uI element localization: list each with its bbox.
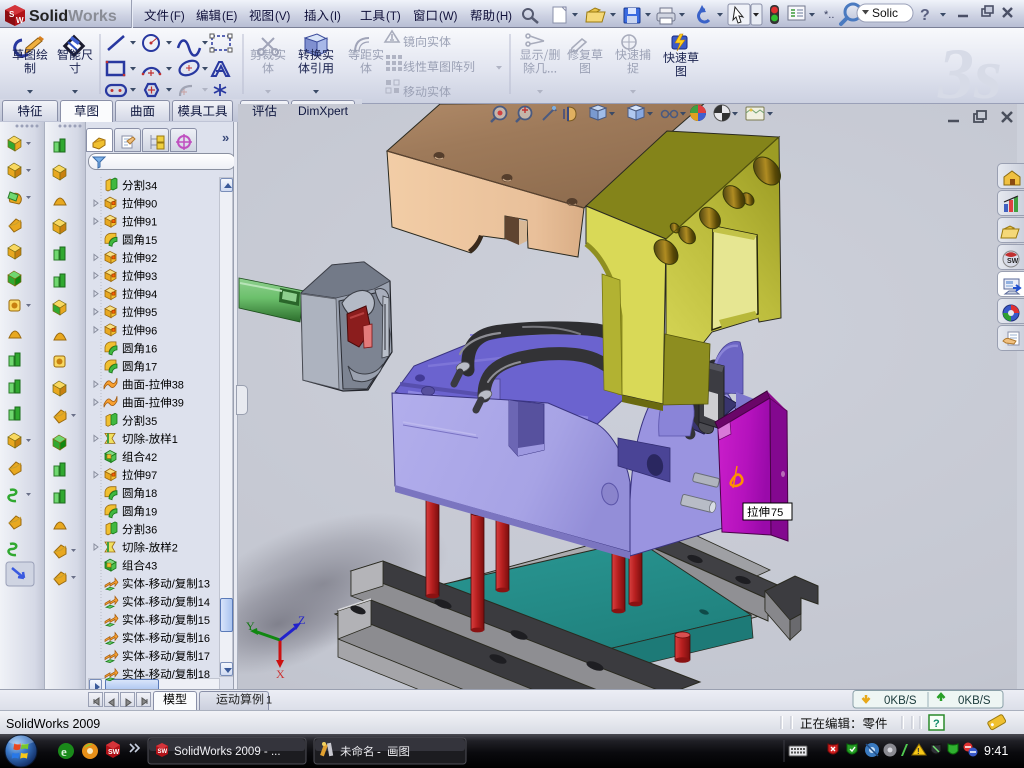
svg-text:2: 2 (172, 543, 178, 555)
svg-text:19: 19 (145, 506, 157, 518)
svg-text:/: / (172, 597, 176, 609)
svg-text:18: 18 (145, 488, 157, 500)
svg-text:42: 42 (145, 452, 157, 464)
svg-text:SW: SW (108, 749, 120, 756)
svg-text:/: / (172, 633, 176, 645)
svg-text:94: 94 (145, 289, 157, 301)
svg-text:17: 17 (198, 651, 210, 663)
svg-text:/: / (172, 669, 176, 681)
svg-text:16: 16 (198, 633, 210, 645)
svg-text:-: - (377, 747, 381, 759)
svg-text:16: 16 (145, 343, 157, 355)
svg-text:38: 38 (172, 380, 184, 392)
svg-text:17: 17 (145, 362, 157, 374)
svg-text:-: - (145, 633, 149, 645)
svg-text:Z: Z (298, 613, 305, 627)
svg-text:95: 95 (145, 307, 157, 319)
svg-text:?: ? (933, 718, 940, 730)
svg-text:?: ? (920, 7, 930, 24)
svg-text:/: / (172, 651, 176, 663)
svg-text:96: 96 (145, 325, 157, 337)
svg-text:90: 90 (145, 199, 157, 211)
svg-text:91: 91 (145, 217, 157, 229)
svg-text:SW: SW (158, 749, 168, 755)
svg-text:/: / (172, 615, 176, 627)
svg-text:34: 34 (145, 181, 157, 193)
svg-text:93: 93 (145, 271, 157, 283)
svg-text:-: - (145, 579, 149, 591)
svg-text:Solic: Solic (872, 6, 898, 20)
svg-text:-: - (145, 597, 149, 609)
svg-text:92: 92 (145, 253, 157, 265)
svg-text:e: e (61, 744, 67, 759)
svg-text:X: X (276, 667, 285, 681)
svg-text:1: 1 (266, 695, 272, 707)
svg-text:13: 13 (198, 579, 210, 591)
svg-text:0KB/S: 0KB/S (958, 695, 991, 707)
svg-text:14: 14 (198, 597, 210, 609)
svg-text:*..: *.. (824, 9, 834, 21)
svg-text:39: 39 (172, 398, 184, 410)
svg-text:-: - (145, 651, 149, 663)
svg-text:43: 43 (145, 561, 157, 573)
svg-text:-: - (145, 669, 149, 681)
svg-text:-: - (145, 615, 149, 627)
svg-text:-: - (145, 380, 149, 392)
svg-text:15: 15 (198, 615, 210, 627)
svg-text:9:41: 9:41 (984, 744, 1008, 758)
svg-text:36: 36 (145, 524, 157, 536)
svg-text:-: - (145, 434, 149, 446)
svg-text:97: 97 (145, 470, 157, 482)
svg-text:DimXpert: DimXpert (298, 104, 349, 118)
svg-text:0KB/S: 0KB/S (884, 695, 917, 707)
svg-text:18: 18 (198, 669, 210, 681)
svg-text:35: 35 (145, 416, 157, 428)
svg-text:SolidWorks 2009 - ...: SolidWorks 2009 - ... (174, 746, 281, 758)
svg-text:1: 1 (172, 434, 178, 446)
svg-text:-: - (145, 398, 149, 410)
svg-text:SolidWorks 2009: SolidWorks 2009 (6, 717, 100, 731)
svg-text:-: - (145, 543, 149, 555)
svg-text:75: 75 (771, 507, 783, 519)
svg-text:/: / (172, 579, 176, 591)
svg-text:SW: SW (1007, 258, 1019, 265)
svg-text:!: ! (917, 747, 920, 756)
svg-text:15: 15 (145, 235, 157, 247)
svg-text:3s: 3s (937, 34, 1002, 114)
svg-text:Y: Y (246, 619, 255, 633)
